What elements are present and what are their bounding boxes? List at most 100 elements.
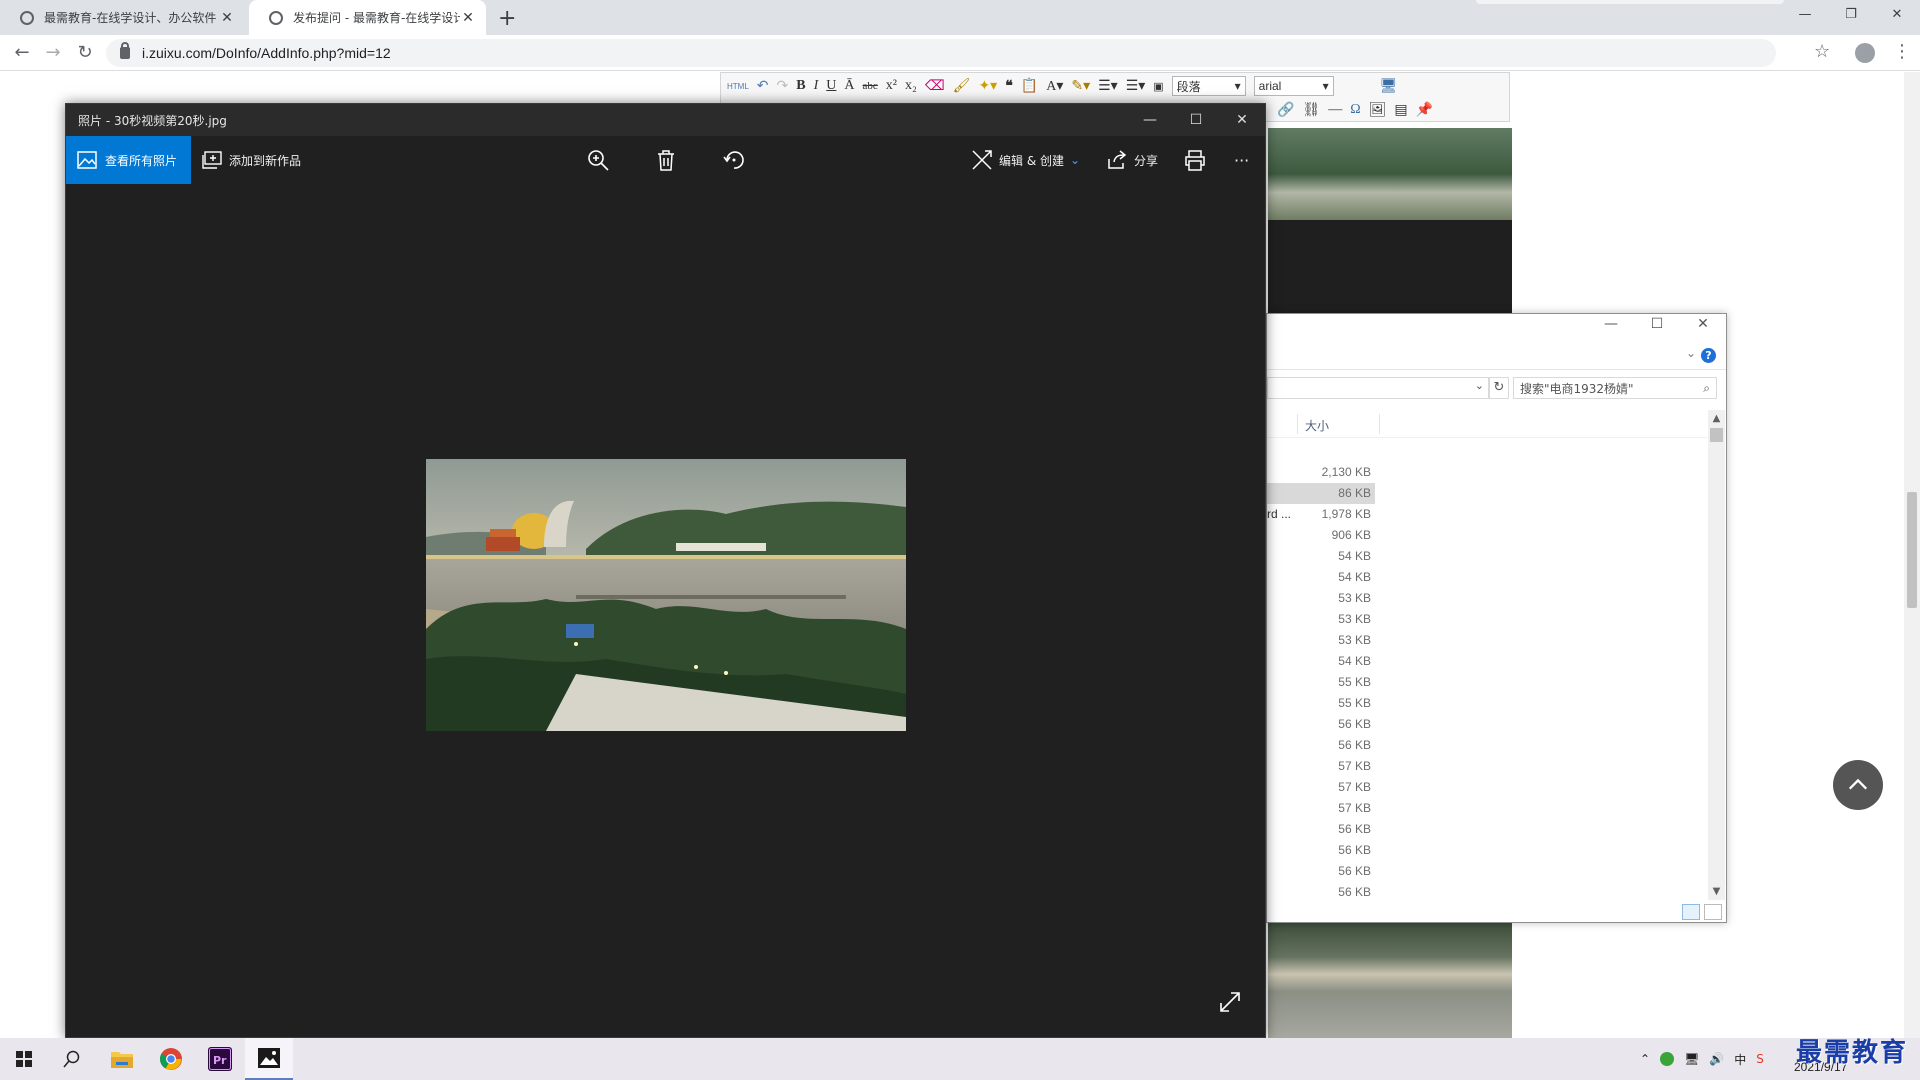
tab-close-icon[interactable]: ✕ xyxy=(460,10,476,26)
large-icons-view-icon[interactable] xyxy=(1704,904,1722,920)
bookmark-star-icon[interactable]: ☆ xyxy=(1814,41,1830,62)
file-list-row[interactable]: 54 KB xyxy=(1267,567,1707,588)
file-list-row[interactable]: 54 KB xyxy=(1267,546,1707,567)
strikethrough-icon[interactable]: abc xyxy=(863,80,878,92)
file-list-row[interactable]: 57 KB xyxy=(1267,756,1707,777)
tab-zuixu-home[interactable]: 最需教育-在线学设计、办公软件 ✕ xyxy=(0,0,245,35)
paste-text-icon[interactable]: 📋 xyxy=(1021,78,1038,95)
line-height-icon[interactable]: ▣ xyxy=(1153,80,1163,93)
file-list-row[interactable]: 56 KB xyxy=(1267,861,1707,882)
paste-icon[interactable]: 📌 xyxy=(1416,102,1433,119)
chevron-down-icon[interactable]: ⌄ xyxy=(1475,379,1484,392)
minimize-icon[interactable]: — xyxy=(1782,0,1828,28)
highlight-color-icon[interactable]: ✎▾ xyxy=(1071,78,1090,95)
refresh-icon[interactable]: ↻ xyxy=(1489,377,1509,399)
view-all-photos-button[interactable]: 查看所有照片 xyxy=(66,136,191,184)
italic-icon[interactable]: I xyxy=(814,78,819,94)
font-color-icon[interactable]: A▾ xyxy=(1046,78,1063,95)
taskbar-search-button[interactable] xyxy=(48,1038,96,1080)
file-list-row[interactable]: 2,130 KB xyxy=(1267,462,1707,483)
rotate-icon[interactable] xyxy=(722,148,746,172)
underline-icon[interactable]: U xyxy=(826,78,836,94)
column-separator[interactable] xyxy=(1379,414,1380,434)
file-list-row[interactable]: 55 KB xyxy=(1267,693,1707,714)
subscript-icon[interactable]: x₂ xyxy=(905,78,917,94)
taskbar-photos[interactable] xyxy=(245,1038,293,1080)
print-icon[interactable] xyxy=(1183,148,1207,172)
unordered-list-icon[interactable]: ☰▾ xyxy=(1126,78,1146,95)
fullscreen-icon[interactable]: 🖥 xyxy=(1380,78,1398,95)
file-list-row[interactable]: 56 KB xyxy=(1267,714,1707,735)
horizontal-rule-icon[interactable]: — xyxy=(1328,102,1342,118)
address-bar[interactable]: i.zuixu.com/DoInfo/AddInfo.php?mid=12 xyxy=(106,39,1776,67)
special-char-icon[interactable]: Ω xyxy=(1350,102,1360,118)
file-list-row[interactable]: 57 KB xyxy=(1267,777,1707,798)
back-to-top-button[interactable] xyxy=(1833,760,1883,810)
unlink-icon[interactable]: ⛓ xyxy=(1302,102,1320,119)
format-painter-icon[interactable]: 🖌 xyxy=(953,78,971,95)
file-list-row[interactable]: 57 KB xyxy=(1267,798,1707,819)
trash-icon[interactable] xyxy=(654,148,678,172)
back-arrow-icon[interactable]: ← xyxy=(10,41,34,65)
file-list-row[interactable]: rd ... 1,978 KB xyxy=(1267,504,1707,525)
file-list-row[interactable]: 56 KB xyxy=(1267,882,1707,903)
scroll-down-arrow-icon[interactable]: ▼ xyxy=(1708,883,1725,900)
forward-arrow-icon[interactable]: → xyxy=(41,41,65,65)
html-source-button[interactable]: HTML xyxy=(727,82,749,91)
close-icon[interactable]: ✕ xyxy=(1219,104,1265,136)
close-icon[interactable]: ✕ xyxy=(1874,0,1920,28)
file-list-row[interactable]: 56 KB xyxy=(1267,735,1707,756)
volume-icon[interactable]: 🔊 xyxy=(1709,1052,1724,1066)
input-method-icon[interactable]: 中 xyxy=(1734,1051,1746,1068)
edit-create-button[interactable]: 编辑 & 创建 ⌄ xyxy=(971,136,1080,184)
file-list-row[interactable]: 56 KB xyxy=(1267,840,1707,861)
file-list-row[interactable]: 86 KB xyxy=(1267,483,1375,504)
file-list-row[interactable]: 54 KB xyxy=(1267,651,1707,672)
eraser-icon[interactable]: ⌫ xyxy=(925,78,945,95)
more-options-button[interactable]: ··· xyxy=(1234,136,1249,184)
minimize-icon[interactable]: — xyxy=(1127,104,1173,136)
taskbar-file-explorer[interactable] xyxy=(98,1038,146,1080)
minimize-icon[interactable]: — xyxy=(1588,316,1634,332)
maximize-icon[interactable]: ☐ xyxy=(1173,104,1219,136)
chevron-up-icon[interactable]: ⌃ xyxy=(1640,1052,1650,1066)
column-separator[interactable] xyxy=(1297,414,1298,434)
close-icon[interactable]: ✕ xyxy=(1680,316,1726,332)
profile-avatar[interactable] xyxy=(1855,43,1875,63)
insert-frame-icon[interactable]: ▤ xyxy=(1394,102,1407,119)
tab-close-icon[interactable]: ✕ xyxy=(219,10,235,26)
taskbar-premiere[interactable]: Pr xyxy=(196,1038,244,1080)
file-list-row[interactable]: 53 KB xyxy=(1267,609,1707,630)
network-icon[interactable]: 🖥 xyxy=(1684,1052,1699,1066)
explorer-address-bar[interactable]: ⌄ xyxy=(1267,377,1489,399)
explorer-search-box[interactable]: 搜索"电商1932杨婧" ⌕ xyxy=(1513,377,1717,399)
help-icon[interactable]: ? xyxy=(1701,348,1716,363)
font-border-icon[interactable]: Ā xyxy=(844,78,854,94)
auto-typeset-icon[interactable]: ✦▾ xyxy=(978,78,997,95)
full-screen-expand-icon[interactable] xyxy=(1219,991,1241,1013)
file-list-row[interactable]: 906 KB xyxy=(1267,525,1707,546)
explorer-scrollbar[interactable]: ▲ ▼ xyxy=(1708,410,1725,900)
start-button[interactable] xyxy=(0,1038,48,1080)
page-scrollbar[interactable] xyxy=(1904,72,1920,1038)
file-list-row[interactable]: 53 KB xyxy=(1267,630,1707,651)
ribbon-expand-chevron-icon[interactable]: ⌄ xyxy=(1686,346,1696,360)
reload-icon[interactable]: ↻ xyxy=(73,41,97,65)
bold-icon[interactable]: B xyxy=(796,78,805,94)
blockquote-icon[interactable]: ❝ xyxy=(1005,78,1013,95)
superscript-icon[interactable]: x² xyxy=(886,78,897,94)
new-tab-button[interactable]: + xyxy=(498,6,516,31)
taskbar-chrome[interactable] xyxy=(147,1038,195,1080)
tray-app-green-icon[interactable] xyxy=(1660,1052,1675,1066)
undo-icon[interactable]: ↶ xyxy=(757,78,769,95)
scrollbar-thumb[interactable] xyxy=(1710,428,1723,442)
sogou-input-icon[interactable]: S xyxy=(1756,1052,1764,1066)
tab-add-info[interactable]: 发布提问 - 最需教育-在线学设计 ✕ xyxy=(249,0,486,35)
details-view-icon[interactable] xyxy=(1682,904,1700,920)
font-family-select[interactable]: arial ▾ xyxy=(1253,76,1334,96)
maximize-icon[interactable]: ☐ xyxy=(1634,316,1680,332)
ordered-list-icon[interactable]: ☰▾ xyxy=(1098,78,1118,95)
share-button[interactable]: 分享 xyxy=(1106,136,1158,184)
scrollbar-thumb[interactable] xyxy=(1907,492,1917,608)
column-size-header[interactable]: 大小 xyxy=(1305,417,1329,434)
